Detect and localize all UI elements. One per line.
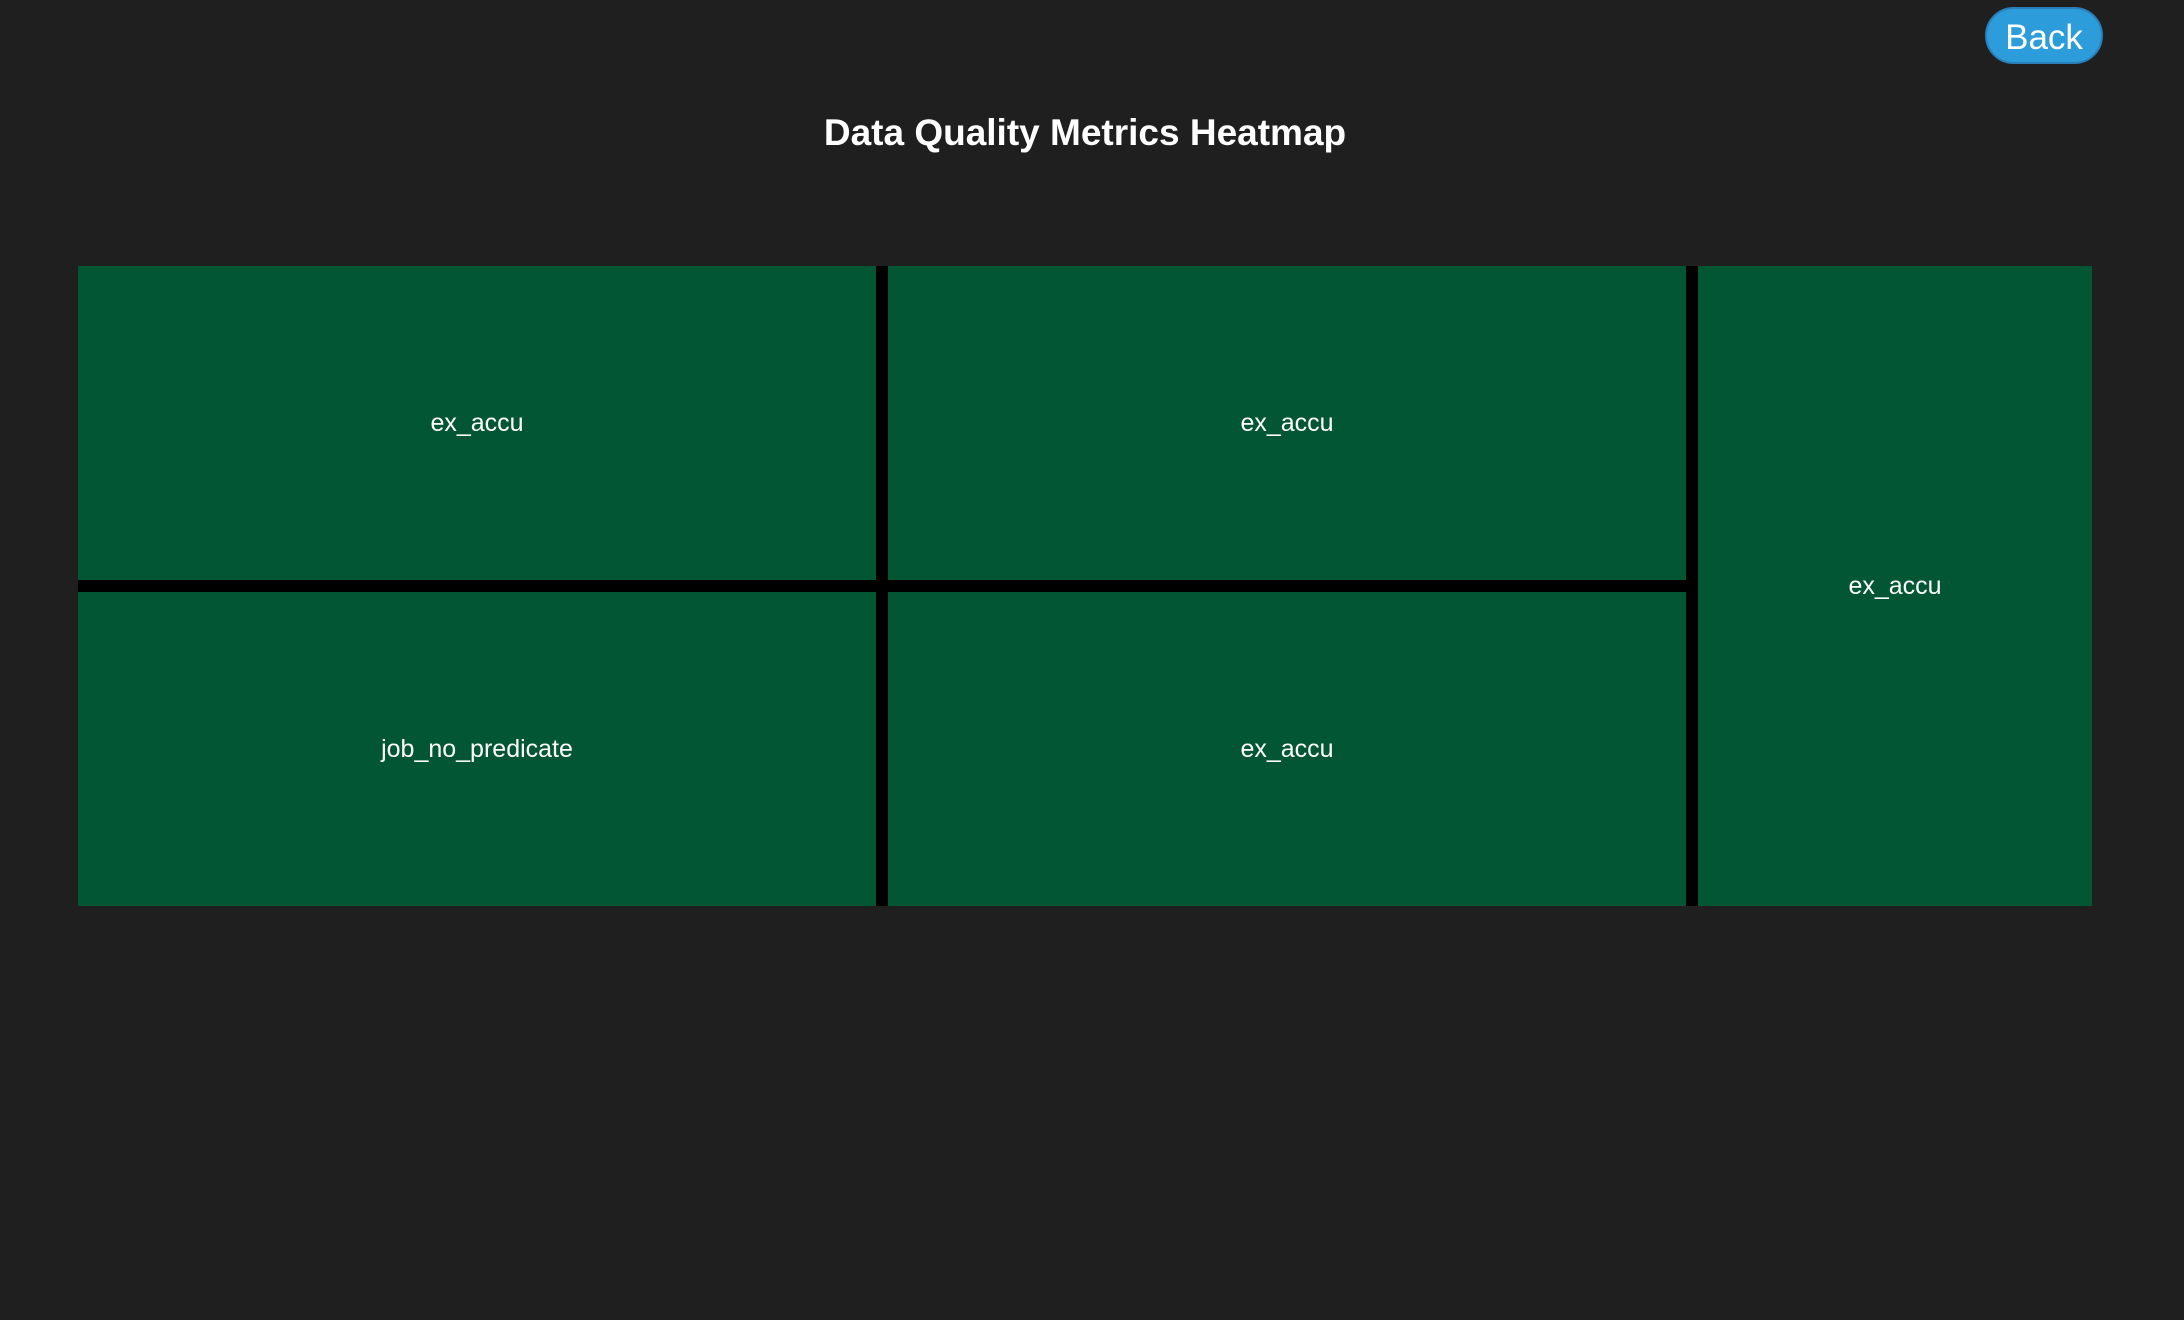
heatmap-treemap: ex_accu job_no_predicate ex_accu ex_accu…	[78, 266, 2092, 906]
page-title: Data Quality Metrics Heatmap	[823, 112, 1347, 153]
page: Back Data Quality Metrics Heatmap ex_acc…	[0, 0, 2184, 1320]
heatmap-cell-label: ex_accu	[430, 408, 524, 437]
heatmap-cell-label: ex_accu	[1240, 408, 1334, 437]
heatmap-cell-label: ex_accu	[1848, 571, 1942, 600]
heatmap-cell[interactable]: job_no_predicate	[78, 592, 876, 906]
heatmap-cell[interactable]: ex_accu	[1698, 266, 2092, 906]
heatmap-cell-label: ex_accu	[1240, 734, 1334, 763]
heatmap-cell-label: job_no_predicate	[381, 734, 573, 763]
back-button[interactable]: Back	[1985, 7, 2103, 64]
heatmap-cell[interactable]: ex_accu	[888, 592, 1686, 906]
heatmap-cell[interactable]: ex_accu	[78, 266, 876, 580]
heatmap-cell[interactable]: ex_accu	[888, 266, 1686, 580]
